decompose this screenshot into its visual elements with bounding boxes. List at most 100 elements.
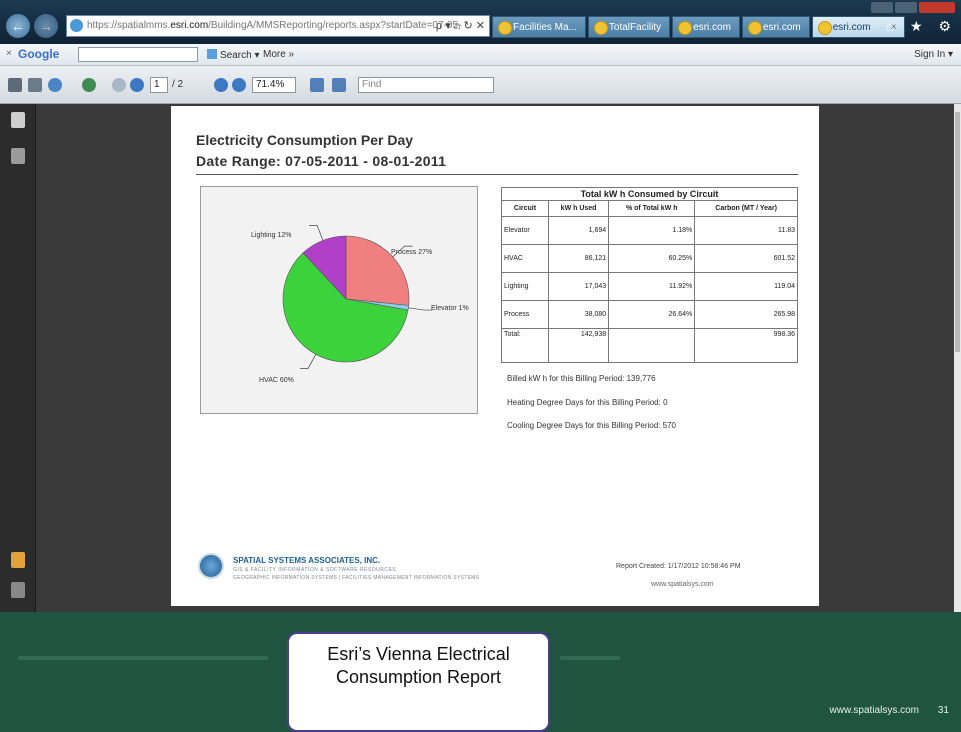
cell-carbon: 11.83 xyxy=(694,216,798,245)
cell-kwh: 86,121 xyxy=(547,244,610,273)
google-sign-in-button[interactable]: Sign In ▾ xyxy=(914,49,953,60)
find-input[interactable]: Find xyxy=(358,77,494,93)
address-bar-controls[interactable]: ρ ▾ ⌂ ↻ ✕ xyxy=(436,16,485,36)
table-row: Lighting 17,043 11.92% 119.04 xyxy=(501,272,798,301)
url-path: /BuildingA/MMSReporting/reports.aspx?sta… xyxy=(208,20,462,31)
browser-tabs: Facilities Ma... TotalFacility esri.com … xyxy=(492,16,906,38)
cell-circuit: Elevator xyxy=(501,216,549,245)
google-search-input[interactable] xyxy=(78,47,198,62)
tab-label: esri.com xyxy=(762,22,801,33)
report-title: Electricity Consumption Per Day xyxy=(196,132,414,148)
page-number-input[interactable]: 1 xyxy=(150,77,168,93)
browser-tab[interactable]: Facilities Ma... xyxy=(492,16,586,38)
address-bar[interactable]: https://spatialmms.esri.com/BuildingA/MM… xyxy=(66,15,490,37)
cell-circuit: Process xyxy=(501,300,549,329)
share-icon[interactable] xyxy=(48,78,62,92)
cell-total-pct xyxy=(608,328,696,363)
comment-icon[interactable] xyxy=(82,78,96,92)
slide-number: 31 xyxy=(937,705,949,716)
report-page: Electricity Consumption Per Day Date Ran… xyxy=(171,106,819,606)
attachments-panel-icon[interactable] xyxy=(11,148,25,164)
cell-circuit: HVAC xyxy=(501,244,549,273)
table-row: Process 38,080 26.64% 265.98 xyxy=(501,300,798,329)
cell-pct: 11.92% xyxy=(608,272,696,301)
browser-tab[interactable]: esri.com xyxy=(741,16,810,38)
google-logo: Google xyxy=(18,47,60,61)
report-created-text: Report Created: 1/17/2012 10:58:46 PM xyxy=(616,563,741,570)
cell-total-label: Total: xyxy=(501,328,549,363)
pie-leader-line xyxy=(300,354,317,369)
fit-width-icon[interactable] xyxy=(310,78,324,92)
window-controls xyxy=(871,2,955,13)
table-row: HVAC 86,121 60.25% 601.52 xyxy=(501,244,798,273)
url-domain: esri.com xyxy=(170,20,209,31)
paperclip-icon[interactable] xyxy=(11,582,25,598)
zoom-out-icon[interactable] xyxy=(214,78,228,92)
column-header: % of Total kW h xyxy=(608,200,696,217)
pie-label-elevator: Elevator 1% xyxy=(431,305,469,312)
report-website: www.spatialsys.com xyxy=(651,581,714,588)
google-search-button[interactable]: Search ▾ xyxy=(207,49,259,61)
pages-panel-icon[interactable] xyxy=(11,112,25,128)
cell-circuit: Lighting xyxy=(501,272,549,301)
page-total: / 2 xyxy=(172,79,184,90)
circuit-table: Total kW h Consumed by Circuit Circuit k… xyxy=(501,187,798,363)
company-name: SPATIAL SYSTEMS ASSOCIATES, INC. xyxy=(233,556,381,565)
browser-window: ← → https://spatialmms.esri.com/Building… xyxy=(0,0,961,612)
fit-page-icon[interactable] xyxy=(332,78,346,92)
minimize-button[interactable] xyxy=(871,2,893,13)
table-total-row: Total: 142,938 998.36 xyxy=(501,328,798,363)
slide-caption-box: Esri’s Vienna Electrical Consumption Rep… xyxy=(287,632,550,732)
cell-kwh: 1,694 xyxy=(547,216,610,245)
url-prefix: https://spatialmms. xyxy=(87,20,171,31)
cell-pct: 1.18% xyxy=(608,216,696,245)
cooling-degree-days-text: Cooling Degree Days for this Billing Per… xyxy=(507,421,676,430)
home-favorites-settings-icons[interactable]: ⌂ ★ ⚙ xyxy=(886,18,957,35)
column-header: kW h Used xyxy=(547,200,610,217)
obscured-slide-text xyxy=(560,656,620,660)
browser-tab[interactable]: TotalFacility xyxy=(587,16,671,38)
pdf-sidebar xyxy=(0,104,36,612)
column-header: Circuit xyxy=(501,200,549,217)
cell-pct: 60.25% xyxy=(608,244,696,273)
pdf-toolbar: 1 / 2 71.4% Find xyxy=(0,66,961,104)
pie-chart xyxy=(282,225,433,369)
back-arrow-icon[interactable]: ← xyxy=(6,14,30,38)
company-tagline: GIS & FACILITY INFORMATION & SOFTWARE RE… xyxy=(233,567,397,573)
table-row: Elevator 1,694 1.18% 11.83 xyxy=(501,216,798,245)
heating-degree-days-text: Heating Degree Days for this Billing Per… xyxy=(507,398,668,407)
previous-page-icon[interactable] xyxy=(112,78,126,92)
close-window-button[interactable] xyxy=(919,2,955,13)
pie-leader-line xyxy=(309,225,324,241)
pie-label-lighting: Lighting 12% xyxy=(251,232,292,239)
browser-tab[interactable]: esri.com xyxy=(672,16,740,38)
pie-slice-process xyxy=(345,235,410,306)
cell-carbon: 119.04 xyxy=(694,272,798,301)
pie-leader-line xyxy=(408,307,433,311)
print-icon[interactable] xyxy=(8,78,22,92)
vertical-scrollbar[interactable] xyxy=(954,104,961,612)
forward-arrow-icon[interactable]: → xyxy=(34,14,58,38)
toolbar-close-icon[interactable]: × xyxy=(6,48,12,59)
cell-total-kwh: 142,938 xyxy=(547,328,610,363)
save-icon[interactable] xyxy=(28,78,42,92)
company-services: GEOGRAPHIC INFORMATION SYSTEMS | FACILIT… xyxy=(233,575,480,581)
pie-label-hvac: HVAC 60% xyxy=(259,377,294,384)
cell-pct: 26.64% xyxy=(608,300,696,329)
google-toolbar: × Google Search ▾ More » Sign In ▾ xyxy=(0,44,961,66)
zoom-in-icon[interactable] xyxy=(232,78,246,92)
tab-label: TotalFacility xyxy=(608,22,662,33)
zoom-select[interactable]: 71.4% xyxy=(252,77,296,93)
scrollbar-thumb[interactable] xyxy=(955,112,960,352)
ie-page-icon xyxy=(70,19,83,32)
report-date-range: Date Range: 07-05-2011 - 08-01-2011 xyxy=(196,153,447,169)
signatures-panel-icon[interactable] xyxy=(11,552,25,568)
next-page-icon[interactable] xyxy=(130,78,144,92)
google-more-button[interactable]: More » xyxy=(263,49,294,60)
pie-label-process: Process 27% xyxy=(391,249,433,256)
billed-kwh-text: Billed kW h for this Billing Period: 139… xyxy=(507,374,656,383)
tab-label: esri.com xyxy=(693,22,731,33)
table-title: Total kW h Consumed by Circuit xyxy=(501,187,798,201)
slide-footer-url: www.spatialsys.com xyxy=(829,705,919,716)
maximize-button[interactable] xyxy=(895,2,917,13)
